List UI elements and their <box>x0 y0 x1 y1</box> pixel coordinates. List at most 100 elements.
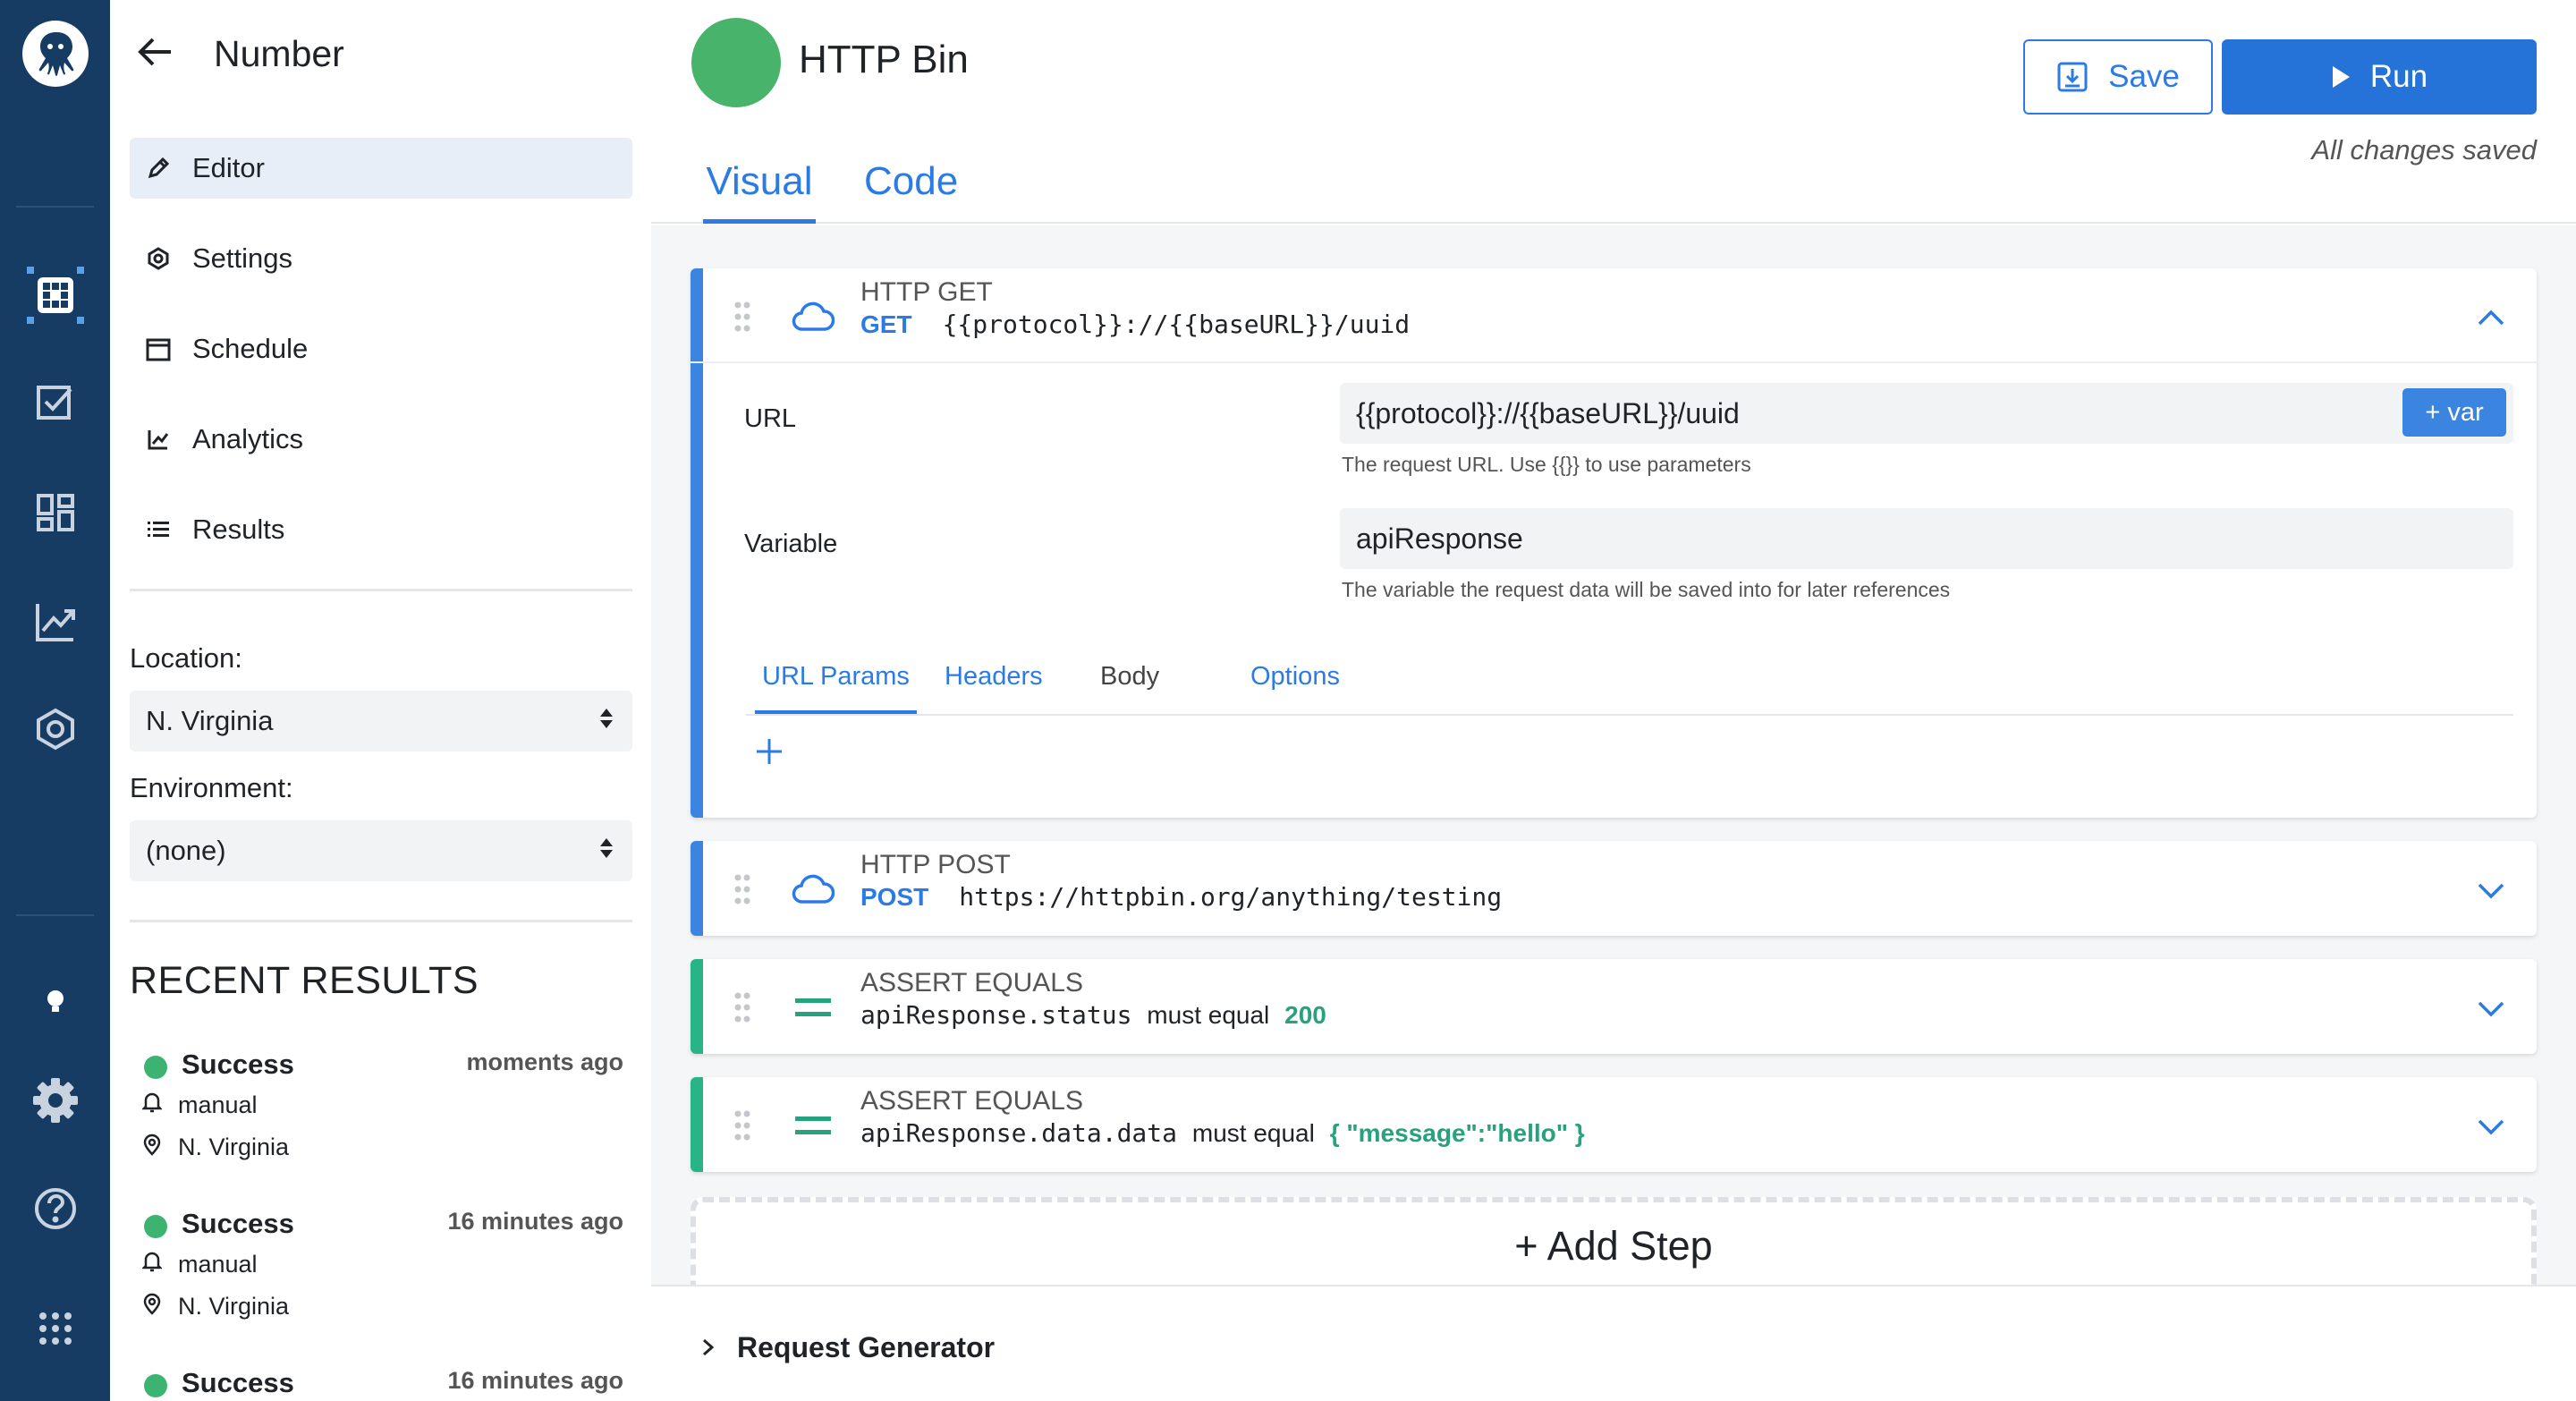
dashboard-icon[interactable] <box>0 481 110 544</box>
save-button[interactable]: Save <box>2023 39 2213 115</box>
result-item[interactable]: Success moments ago manual N. Virginia <box>130 1045 623 1188</box>
bell-icon <box>140 1091 164 1119</box>
play-icon <box>2331 65 2351 89</box>
step-type: HTTP GET <box>860 277 993 307</box>
request-generator-label: Request Generator <box>737 1331 996 1363</box>
add-param-icon[interactable] <box>753 735 785 768</box>
tab-code[interactable]: Code <box>864 159 958 224</box>
rail-divider <box>16 914 94 916</box>
assert-right: { "message":"hello" } <box>1329 1119 1585 1147</box>
location-pin-icon <box>142 1292 162 1321</box>
step-summary: apiResponse.data.data must equal { "mess… <box>860 1118 1585 1148</box>
drag-handle-icon[interactable] <box>733 1109 751 1142</box>
drag-handle-icon[interactable] <box>733 873 751 905</box>
cloud-icon <box>791 870 835 909</box>
lightbulb-icon[interactable] <box>0 984 110 1020</box>
result-item[interactable]: Success 16 minutes ago <box>130 1363 623 1401</box>
url-label: URL <box>744 404 797 433</box>
result-trigger-text: manual <box>178 1091 258 1118</box>
calendar-icon <box>144 335 173 363</box>
steps-area: HTTP GET GET {{protocol}}://{{baseURL}}/u… <box>651 225 2576 1295</box>
location-select[interactable]: N. Virginia <box>130 691 632 751</box>
http-method: POST <box>860 883 929 911</box>
result-location-text: N. Virginia <box>178 1134 290 1160</box>
nav-label: Analytics <box>192 423 304 454</box>
step-assert-data[interactable]: ASSERT EQUALS apiResponse.data.data must… <box>691 1077 2537 1172</box>
insert-var-button[interactable]: + var <box>2402 388 2506 437</box>
subtab-headers[interactable]: Headers <box>945 662 1043 714</box>
nav-label: Settings <box>192 242 293 274</box>
http-method: GET <box>860 310 912 338</box>
drag-handle-icon[interactable] <box>733 991 751 1023</box>
result-item[interactable]: Success 16 minutes ago manual N. Virgini… <box>130 1204 623 1347</box>
step-summary: POST https://httpbin.org/anything/testing <box>860 882 1502 912</box>
result-location-text: N. Virginia <box>178 1293 290 1320</box>
step-http-post[interactable]: HTTP POST POST https://httpbin.org/anythi… <box>691 841 2537 936</box>
grid-app-icon[interactable] <box>0 259 110 331</box>
gear-icon[interactable] <box>0 1069 110 1132</box>
result-status: Success <box>182 1208 294 1239</box>
success-status-dot <box>144 1056 167 1079</box>
assert-left: apiResponse.status <box>860 1000 1132 1030</box>
subtab-options[interactable]: Options <box>1250 662 1340 714</box>
nav-item-settings[interactable]: Settings <box>130 228 632 289</box>
back-arrow-icon[interactable] <box>135 32 174 76</box>
add-step-button[interactable]: + Add Step <box>691 1197 2537 1295</box>
chevron-down-icon[interactable] <box>2476 1111 2506 1142</box>
nav-item-results[interactable]: Results <box>130 499 632 560</box>
select-arrows-icon <box>598 835 614 867</box>
nav-label: Editor <box>192 152 265 183</box>
location-label: Location: <box>130 642 242 674</box>
octopus-logo-icon[interactable] <box>0 18 110 89</box>
nav-label: Results <box>192 514 285 545</box>
chevron-down-icon[interactable] <box>2476 875 2506 905</box>
step-type: ASSERT EQUALS <box>860 1086 1083 1116</box>
url-input[interactable]: {{protocol}}://{{baseURL}}/uuid + var <box>1340 383 2513 444</box>
drag-handle-icon[interactable] <box>733 301 751 333</box>
subtab-body[interactable]: Body <box>1100 662 1159 714</box>
environment-select[interactable]: (none) <box>130 820 632 881</box>
environment-label: Environment: <box>130 772 293 803</box>
request-url: https://httpbin.org/anything/testing <box>959 882 1503 912</box>
icon-rail <box>0 0 110 1401</box>
editor-tabs: Visual Code <box>651 159 2576 224</box>
run-label: Run <box>2369 59 2428 94</box>
pencil-icon <box>144 154 173 183</box>
sidebar-divider <box>130 589 632 591</box>
chevron-right-icon[interactable] <box>698 1337 717 1358</box>
assert-left: apiResponse.data.data <box>860 1118 1178 1148</box>
nav-item-schedule[interactable]: Schedule <box>130 318 632 379</box>
tab-visual[interactable]: Visual <box>703 159 816 224</box>
rail-divider <box>16 206 94 208</box>
assert-keyword: must equal <box>1191 1119 1315 1147</box>
url-hint: The request URL. Use {{}} to use paramet… <box>1342 453 1751 476</box>
variable-input[interactable]: apiResponse <box>1340 508 2513 569</box>
step-header[interactable]: HTTP GET GET {{protocol}}://{{baseURL}}/u… <box>691 268 2537 363</box>
subtab-url-params[interactable]: URL Params <box>755 662 917 714</box>
step-http-get: HTTP GET GET {{protocol}}://{{baseURL}}/u… <box>691 268 2537 818</box>
result-status: Success <box>182 1049 294 1080</box>
analytics-icon[interactable] <box>0 590 110 653</box>
chevron-up-icon[interactable] <box>2476 302 2506 333</box>
sidebar-header: Number <box>135 27 344 81</box>
location-value: N. Virginia <box>146 705 274 736</box>
monitor-icon[interactable] <box>0 698 110 760</box>
step-type: HTTP POST <box>860 850 1011 879</box>
step-stripe <box>691 841 703 936</box>
location-pin-icon <box>142 1133 162 1162</box>
step-assert-status[interactable]: ASSERT EQUALS apiResponse.status must eq… <box>691 959 2537 1054</box>
apps-grid-icon[interactable] <box>0 1297 110 1360</box>
result-status: Success <box>182 1367 294 1398</box>
run-button[interactable]: Run <box>2222 39 2537 115</box>
help-icon[interactable] <box>0 1177 110 1240</box>
flow-title: Number <box>214 32 344 74</box>
checklist-icon[interactable] <box>0 371 110 434</box>
step-summary: GET {{protocol}}://{{baseURL}}/uuid <box>860 310 1410 339</box>
request-generator-bar[interactable]: Request Generator <box>651 1285 2576 1401</box>
chevron-down-icon[interactable] <box>2476 993 2506 1023</box>
flow-name: HTTP Bin <box>799 38 969 81</box>
sidebar-divider <box>130 920 632 922</box>
flow-sidebar: Number Editor Settings Schedule Analytic… <box>110 0 651 1401</box>
nav-item-analytics[interactable]: Analytics <box>130 409 632 470</box>
nav-item-editor[interactable]: Editor <box>130 138 632 199</box>
